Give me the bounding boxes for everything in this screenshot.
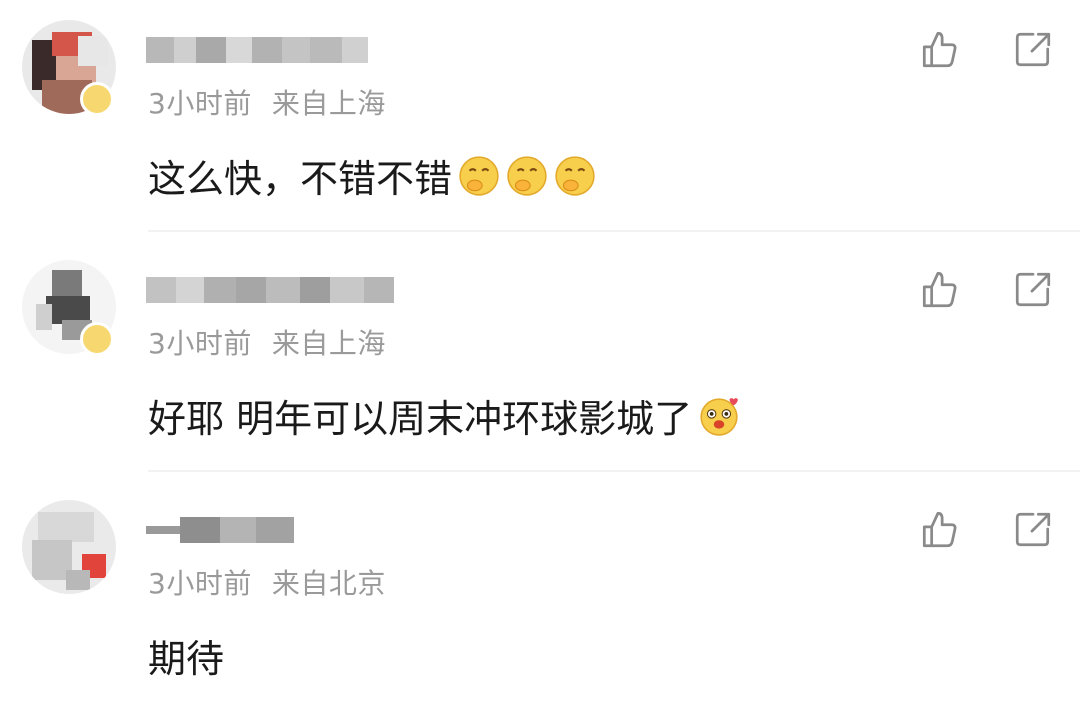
thumbs-up-icon[interactable]: [918, 28, 960, 70]
comment-time: 3小时前: [148, 87, 252, 120]
comment-location: 来自北京: [271, 567, 386, 600]
username-blurred[interactable]: [146, 270, 408, 310]
username-blurred[interactable]: [146, 30, 376, 70]
comment-item: 3小时前 来自北京 期待: [0, 480, 1080, 720]
thumbs-up-icon[interactable]: [918, 268, 960, 310]
comment-location: 来自上海: [271, 87, 386, 120]
share-icon[interactable]: [1012, 508, 1054, 550]
comment-meta: 3小时前 来自上海: [148, 82, 386, 122]
comment-time: 3小时前: [148, 327, 252, 360]
comment-item: 3小时前 来自上海 这么快，不错不错: [0, 0, 1080, 240]
think-emoji-icon: [507, 155, 547, 196]
think-emoji-icon: [459, 155, 499, 196]
excited-emoji-icon: [700, 397, 738, 436]
divider: [148, 470, 1080, 472]
comment-item: 3小时前 来自上海 好耶 明年可以周末冲环球影城了: [0, 240, 1080, 480]
vip-badge: [80, 82, 114, 116]
comment-text: 期待: [148, 628, 224, 683]
comment-text: 这么快，不错不错: [148, 148, 596, 203]
comment-body: 好耶 明年可以周末冲环球影城了: [148, 397, 693, 441]
share-icon[interactable]: [1012, 28, 1054, 70]
comment-text: 好耶 明年可以周末冲环球影城了: [148, 388, 740, 443]
share-icon[interactable]: [1012, 268, 1054, 310]
comment-meta: 3小时前 来自上海: [148, 322, 386, 362]
avatar[interactable]: [22, 500, 116, 594]
divider: [148, 230, 1080, 232]
comment-body: 期待: [148, 637, 225, 681]
comment-body: 这么快，不错不错: [148, 157, 453, 201]
vip-badge: [80, 322, 114, 356]
thumbs-up-icon[interactable]: [918, 508, 960, 550]
username-blurred[interactable]: [146, 510, 296, 550]
comment-location: 来自上海: [271, 327, 386, 360]
comment-meta: 3小时前 来自北京: [148, 562, 386, 602]
comment-time: 3小时前: [148, 567, 252, 600]
think-emoji-icon: [555, 155, 595, 196]
